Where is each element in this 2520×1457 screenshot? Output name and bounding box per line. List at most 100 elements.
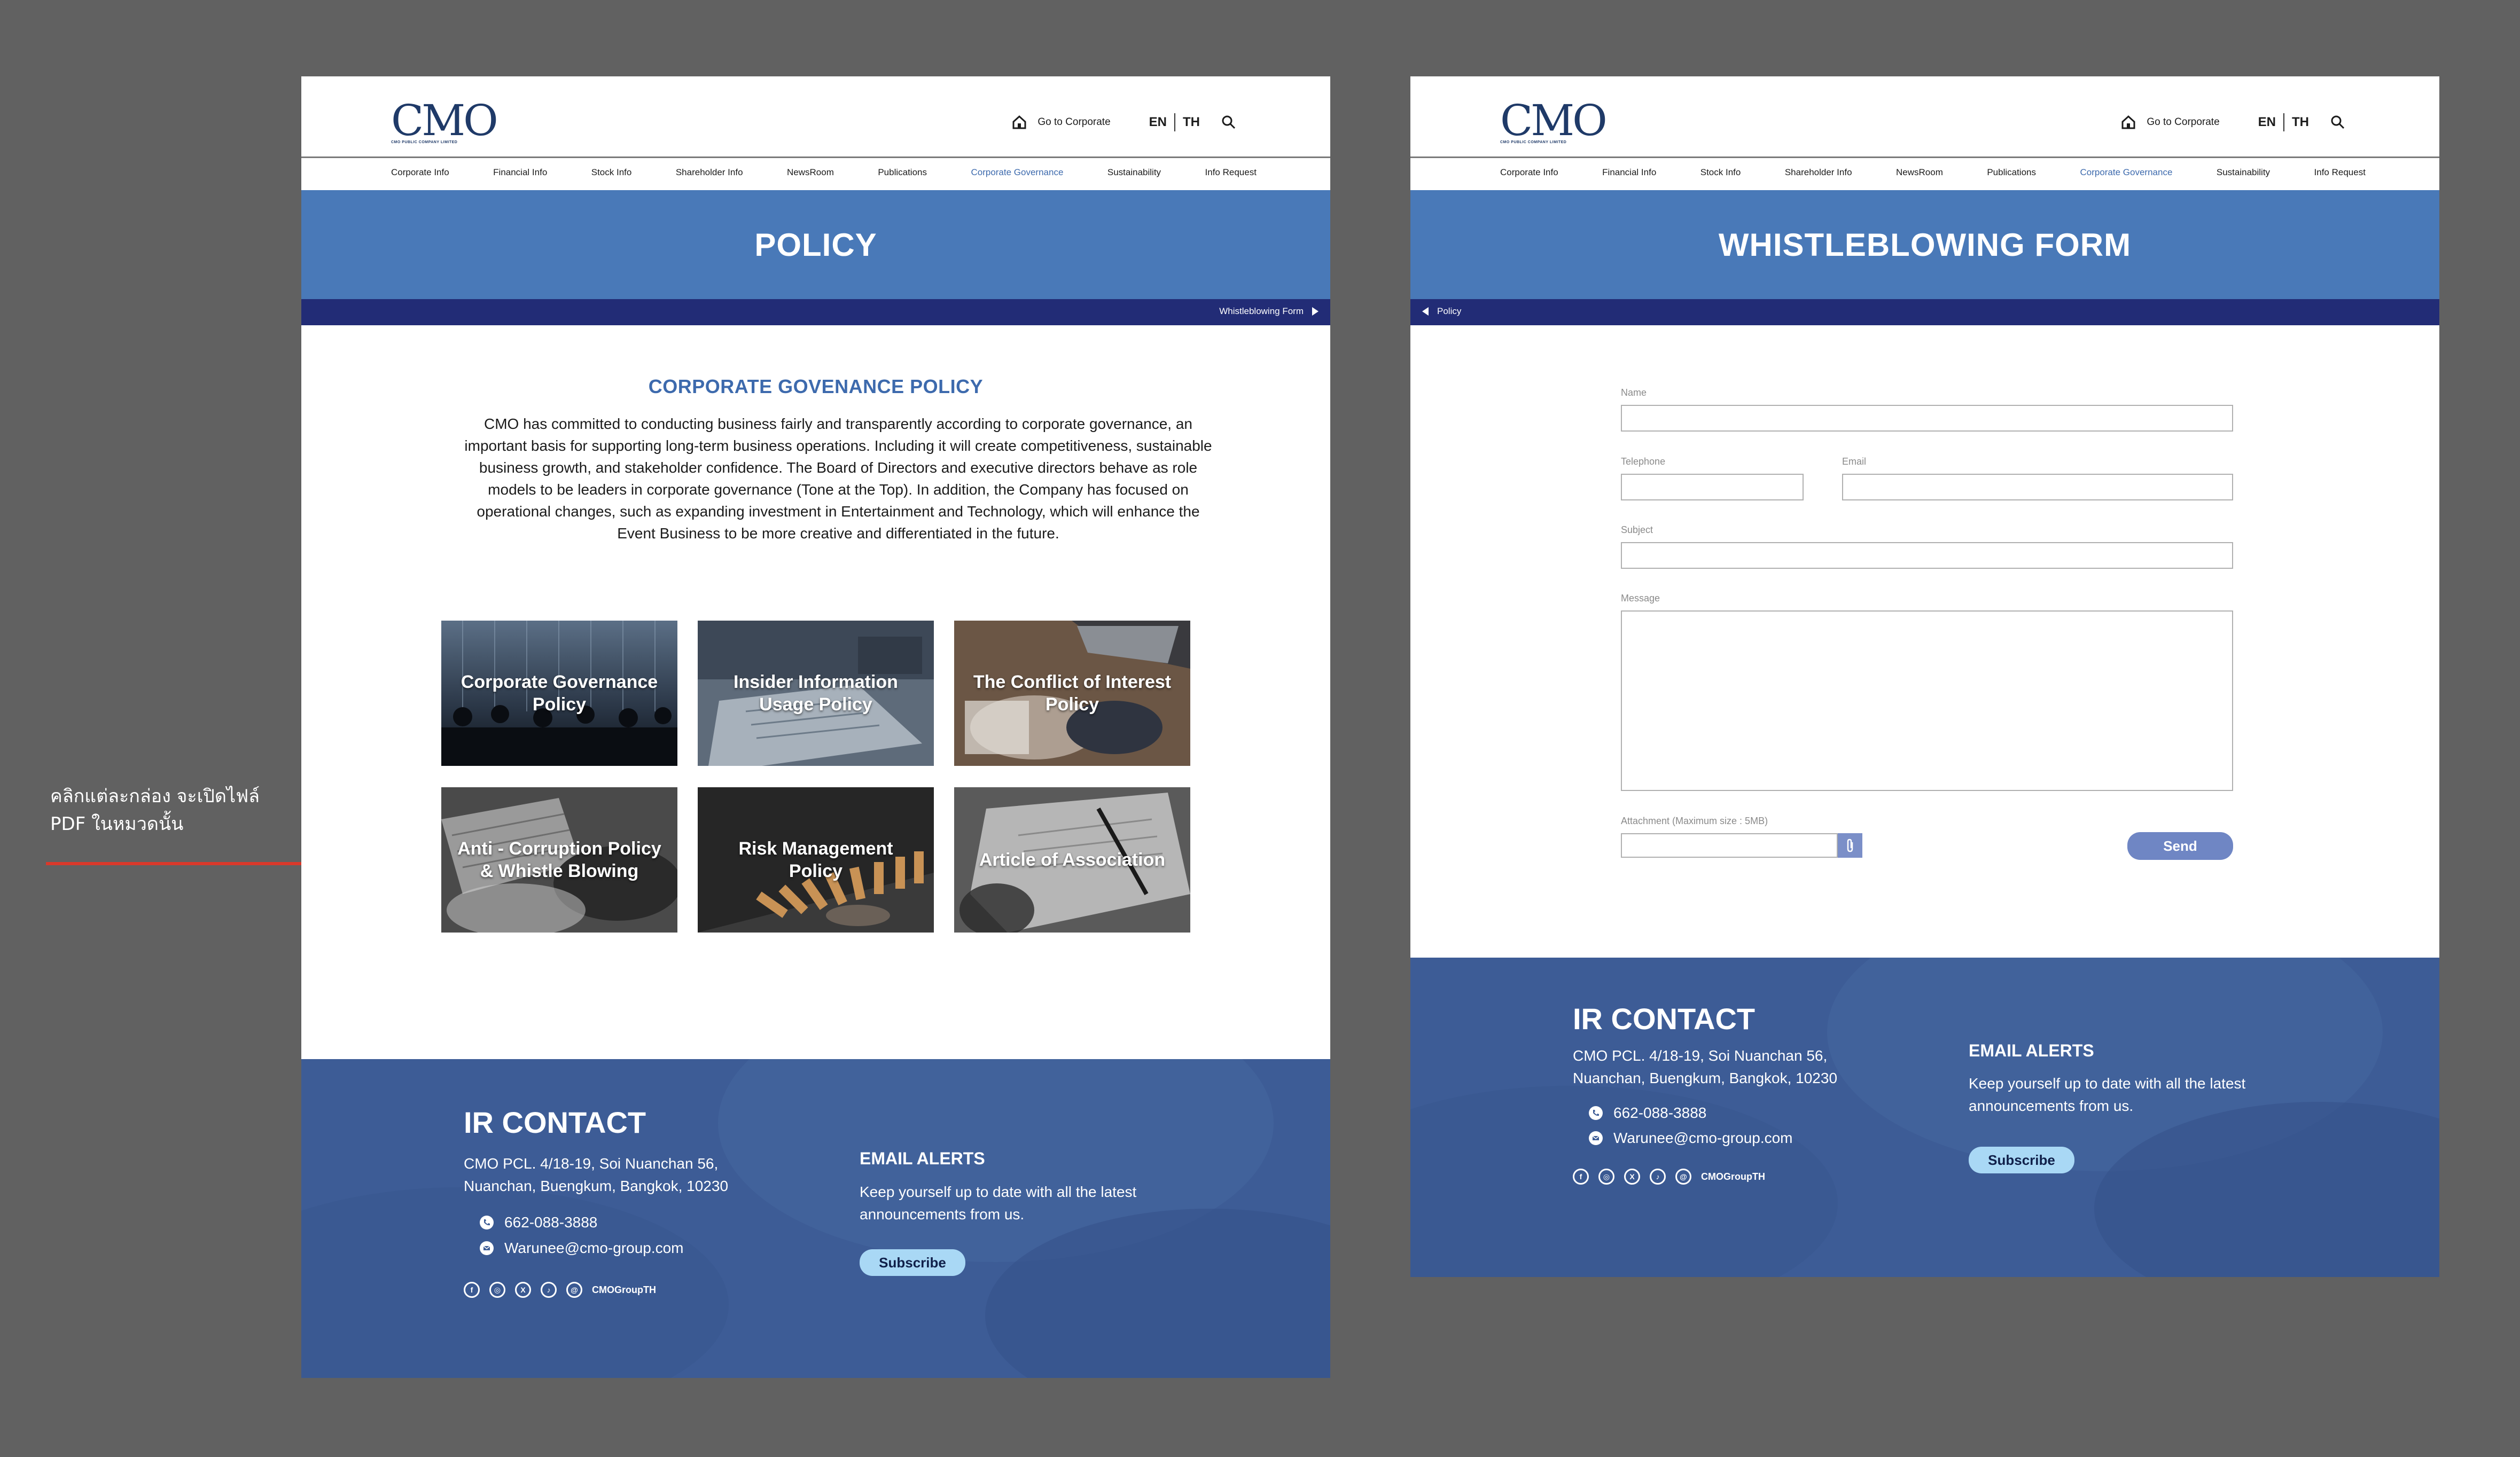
paperclip-icon xyxy=(1847,839,1853,852)
cmo-logo[interactable]: CMO CMO PUBLIC COMPANY LIMITED xyxy=(391,96,498,145)
nav-item-corporate-info[interactable]: Corporate Info xyxy=(391,167,449,178)
nav-item-financial-info[interactable]: Financial Info xyxy=(1602,167,1656,178)
x-icon[interactable]: X xyxy=(515,1282,531,1298)
nav-item-shareholder-info[interactable]: Shareholder Info xyxy=(1785,167,1852,178)
attachment-button[interactable] xyxy=(1838,833,1862,858)
policy-back-link[interactable]: Policy xyxy=(1422,306,1461,317)
phone-number: 662-088-3888 xyxy=(1613,1104,1707,1121)
home-icon[interactable] xyxy=(2121,115,2136,130)
address-line-1: CMO PCL. 4/18-19, Soi Nuanchan 56, xyxy=(464,1155,719,1172)
nav-item-stock-info[interactable]: Stock Info xyxy=(591,167,632,178)
email-contact[interactable]: Warunee@cmo-group.com xyxy=(480,1240,684,1257)
site-footer: IR CONTACT CMO PCL. 4/18-19, Soi Nuancha… xyxy=(1410,958,2439,1277)
go-to-corporate-link[interactable]: Go to Corporate xyxy=(2147,116,2219,128)
policy-tile-insider-information[interactable]: Insider Information Usage Policy xyxy=(698,621,934,766)
lang-en-button[interactable]: EN xyxy=(2258,115,2276,130)
site-header: CMO CMO PUBLIC COMPANY LIMITED Go to Cor… xyxy=(301,76,1330,156)
email-alerts-text-line-1: Keep yourself up to date with all the la… xyxy=(1969,1075,2246,1092)
cmo-logo[interactable]: CMO CMO PUBLIC COMPANY LIMITED xyxy=(1500,96,1608,145)
x-icon[interactable]: X xyxy=(1624,1169,1640,1185)
subscribe-button[interactable]: Subscribe xyxy=(860,1249,965,1276)
ir-address: CMO PCL. 4/18-19, Soi Nuanchan 56, Nuanc… xyxy=(1573,1045,1837,1090)
nav-item-stock-info[interactable]: Stock Info xyxy=(1700,167,1741,178)
name-input[interactable] xyxy=(1621,405,2233,432)
message-textarea[interactable] xyxy=(1621,610,2233,791)
email-contact[interactable]: Warunee@cmo-group.com xyxy=(1589,1130,1793,1147)
nav-item-publications[interactable]: Publications xyxy=(1987,167,2036,178)
nav-item-corporate-governance[interactable]: Corporate Governance xyxy=(2080,167,2172,178)
intro-paragraph: CMO has committed to conducting business… xyxy=(464,416,1212,542)
tiktok-icon[interactable]: ♪ xyxy=(1650,1169,1666,1185)
nav-item-sustainability[interactable]: Sustainability xyxy=(1107,167,1161,178)
email-alerts-text-line-2: announcements from us. xyxy=(860,1206,1025,1223)
social-links: f ◎ X ♪ @ CMOGroupTH xyxy=(1573,1169,1765,1185)
threads-icon[interactable]: @ xyxy=(566,1282,582,1298)
header-divider xyxy=(301,156,1330,158)
email-alerts-text-line-2: announcements from us. xyxy=(1969,1098,2134,1114)
attachment-input[interactable] xyxy=(1621,833,1838,858)
header-divider xyxy=(1410,156,2439,158)
policy-page: CMO CMO PUBLIC COMPANY LIMITED Go to Cor… xyxy=(301,76,1330,1378)
tiktok-icon[interactable]: ♪ xyxy=(541,1282,557,1298)
social-handle[interactable]: CMOGroupTH xyxy=(592,1284,656,1296)
nav-item-publications[interactable]: Publications xyxy=(878,167,927,178)
lang-th-button[interactable]: TH xyxy=(1183,115,1200,130)
policy-tile-corporate-governance[interactable]: Corporate Governance Policy xyxy=(441,621,677,766)
social-handle[interactable]: CMOGroupTH xyxy=(1701,1171,1765,1182)
send-button[interactable]: Send xyxy=(2127,832,2233,860)
nav-item-financial-info[interactable]: Financial Info xyxy=(493,167,547,178)
home-icon[interactable] xyxy=(1012,115,1027,130)
email-alerts-title: EMAIL ALERTS xyxy=(1969,1041,2094,1060)
nav-item-shareholder-info[interactable]: Shareholder Info xyxy=(676,167,743,178)
nav-item-newsroom[interactable]: NewsRoom xyxy=(787,167,834,178)
email-input[interactable] xyxy=(1842,474,2233,500)
tile-label: Insider Information Usage Policy xyxy=(734,672,898,715)
telephone-input[interactable] xyxy=(1621,474,1804,500)
site-header: CMO CMO PUBLIC COMPANY LIMITED Go to Cor… xyxy=(1410,76,2439,156)
facebook-icon[interactable]: f xyxy=(1573,1169,1589,1185)
whistleblowing-form-label: Whistleblowing Form xyxy=(1219,306,1304,316)
nav-item-corporate-governance[interactable]: Corporate Governance xyxy=(971,167,1063,178)
arrow-right-icon xyxy=(1312,307,1318,316)
nav-item-corporate-info[interactable]: Corporate Info xyxy=(1500,167,1558,178)
page-title: WHISTLEBLOWING FORM xyxy=(1718,226,2132,263)
instagram-icon[interactable]: ◎ xyxy=(489,1282,505,1298)
lang-th-button[interactable]: TH xyxy=(2292,115,2309,130)
nav-item-sustainability[interactable]: Sustainability xyxy=(2217,167,2270,178)
logo-mark: CMO xyxy=(1500,96,1608,145)
email-address: Warunee@cmo-group.com xyxy=(1613,1130,1793,1146)
page-banner: WHISTLEBLOWING FORM xyxy=(1410,190,2439,299)
lang-separator xyxy=(1174,113,1175,131)
phone-contact[interactable]: 662-088-3888 xyxy=(1589,1104,1706,1122)
attachment-label: Attachment (Maximum size : 5MB) xyxy=(1621,816,1768,826)
telephone-label: Telephone xyxy=(1621,456,1666,467)
nav-item-info-request[interactable]: Info Request xyxy=(1205,167,1257,178)
ir-contact-title: IR CONTACT xyxy=(1573,1002,1756,1036)
policy-tile-risk-management[interactable]: Risk Management Policy xyxy=(698,787,934,933)
phone-contact[interactable]: 662-088-3888 xyxy=(480,1214,597,1231)
logo-mark: CMO xyxy=(391,96,498,145)
nav-item-info-request[interactable]: Info Request xyxy=(2314,167,2366,178)
section-title: CORPORATE GOVENANCE POLICY xyxy=(648,375,984,397)
facebook-icon[interactable]: f xyxy=(464,1282,480,1298)
policy-tile-conflict-of-interest[interactable]: The Conflict of Interest Policy xyxy=(954,621,1190,766)
subject-input[interactable] xyxy=(1621,542,2233,569)
threads-icon[interactable]: @ xyxy=(1675,1169,1691,1185)
message-label: Message xyxy=(1621,593,1660,604)
search-icon[interactable] xyxy=(2330,115,2345,130)
whistleblowing-form-link[interactable]: Whistleblowing Form xyxy=(1219,306,1318,317)
email-icon xyxy=(1589,1131,1603,1145)
instagram-icon[interactable]: ◎ xyxy=(1598,1169,1614,1185)
sub-navigation-bar: Whistleblowing Form xyxy=(301,299,1330,325)
subscribe-button[interactable]: Subscribe xyxy=(1969,1147,2074,1173)
lang-separator xyxy=(2283,113,2284,131)
nav-item-newsroom[interactable]: NewsRoom xyxy=(1896,167,1943,178)
tile-label: Anti - Corruption Policy & Whistle Blowi… xyxy=(457,839,661,881)
policy-tile-article-of-association[interactable]: Article of Association xyxy=(954,787,1190,933)
policy-tile-anti-corruption[interactable]: Anti - Corruption Policy & Whistle Blowi… xyxy=(441,787,677,933)
go-to-corporate-link[interactable]: Go to Corporate xyxy=(1037,116,1110,128)
search-icon[interactable] xyxy=(1221,115,1236,130)
utility-bar: Go to Corporate EN TH xyxy=(1012,112,1236,133)
lang-en-button[interactable]: EN xyxy=(1149,115,1167,130)
email-alerts-text: Keep yourself up to date with all the la… xyxy=(860,1181,1136,1226)
